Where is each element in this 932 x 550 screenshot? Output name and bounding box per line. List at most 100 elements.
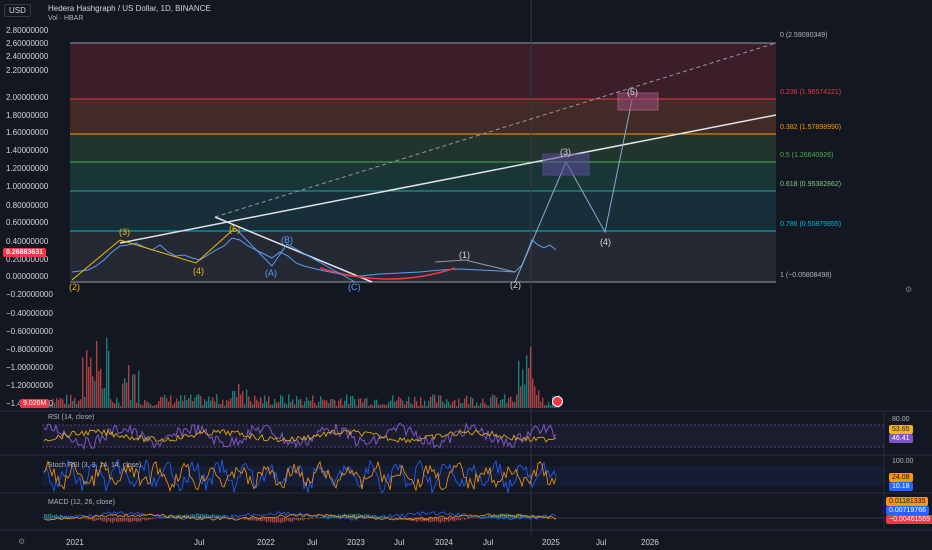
volume-bar [444,403,446,408]
volume-bar [536,394,538,408]
volume-bar [106,337,108,408]
macd-bar [142,518,144,520]
volume-bar [78,400,80,408]
volume-bar [98,370,100,408]
volume-bar [362,402,364,408]
volume-bar [292,399,294,408]
volume-bar [542,397,544,408]
macd-bar [300,518,302,520]
volume-bar [242,390,244,408]
price-tick: 2.20000000 [6,66,49,75]
rsi-ma-value: 53.65 [889,425,913,434]
volume-bar [66,394,68,408]
volume-bar [180,395,182,408]
volume-bar [218,404,220,408]
volume-bar [478,405,480,408]
volume-bar [300,398,302,408]
macd-bar [302,518,304,521]
macd-bar [110,518,112,523]
macd-bar [276,518,278,523]
macd-bar [152,518,154,520]
volume-bar [504,394,506,408]
volume-bar [162,397,164,408]
volume-bar [342,404,344,408]
volume-bar [548,402,550,408]
volume-bar [224,405,226,408]
volume-bar [402,400,404,408]
macd-bar [292,518,294,522]
gear-icon[interactable]: ⚙ [18,537,25,546]
volume-bar [498,404,500,408]
volume-bar [500,399,502,408]
macd-bar [320,517,322,518]
volume-bar [126,382,128,408]
volume-bar [170,395,172,408]
macd-bar [252,518,254,521]
macd-bar [146,518,148,521]
price-tick: 2.60000000 [6,39,49,48]
macd-bar [440,518,442,523]
volume-bar [256,399,258,408]
macd-bar [104,518,106,522]
macd-bar [244,518,246,521]
volume-bar [278,402,280,408]
volume-bar [352,395,354,408]
volume-bar [270,404,272,408]
price-tick: 0.60000000 [6,218,49,227]
macd-bar [144,518,146,521]
macd-bar [470,517,472,518]
macd-bar [482,516,484,518]
fib-band-2 [70,134,776,162]
volume-bar [130,400,132,408]
fib-band-4 [70,191,776,231]
macd-bar [120,518,122,522]
volume-bar [400,398,402,408]
volume-bar [88,366,90,408]
macd-bar [458,518,460,521]
volume-bar [484,402,486,408]
macd-bar [134,518,136,522]
volume-bar [428,400,430,408]
volume-bar [236,396,238,408]
volume-bars [44,337,560,408]
volume-bar [158,401,160,408]
fib-band-3 [70,162,776,191]
volume-bar [288,394,290,408]
current-price-label: 0.26883631 [3,248,46,257]
volume-bar [502,399,504,408]
volume-bar [320,396,322,408]
macd-bar [122,518,124,522]
volume-bar [230,398,232,408]
volume-bar [506,403,508,408]
macd-bar [266,518,268,523]
volume-bar [146,401,148,408]
macd-bar [268,518,270,522]
flag-icon[interactable] [552,396,563,407]
volume-bar [416,401,418,408]
volume-bar [494,395,496,408]
volume-bar [264,395,266,408]
volume-bar [360,398,362,408]
macd-bar [132,518,134,522]
volume-bar [260,397,262,408]
volume-bar [418,405,420,408]
volume-bar [160,396,162,408]
volume-bar [190,394,192,408]
volume-bar [466,395,468,408]
volume-bar [426,405,428,408]
macd-bar [444,518,446,523]
macd-bar [92,518,94,521]
fib-label-0236: 0.236 (1.96574221) [780,89,842,96]
wave-label: (A) [265,268,277,278]
macd-bar [254,518,256,521]
scale-mode-icon[interactable]: ⚙ [905,285,912,294]
price-tick: 2.80000000 [6,26,49,35]
volume-bar [276,402,278,408]
volume-bar [258,401,260,408]
volume-bar [454,399,456,408]
volume-bar [74,397,76,408]
volume-bar [460,403,462,408]
volume-bar [302,404,304,408]
price-tick: −0.20000000 [6,290,53,299]
volume-bar [398,396,400,408]
